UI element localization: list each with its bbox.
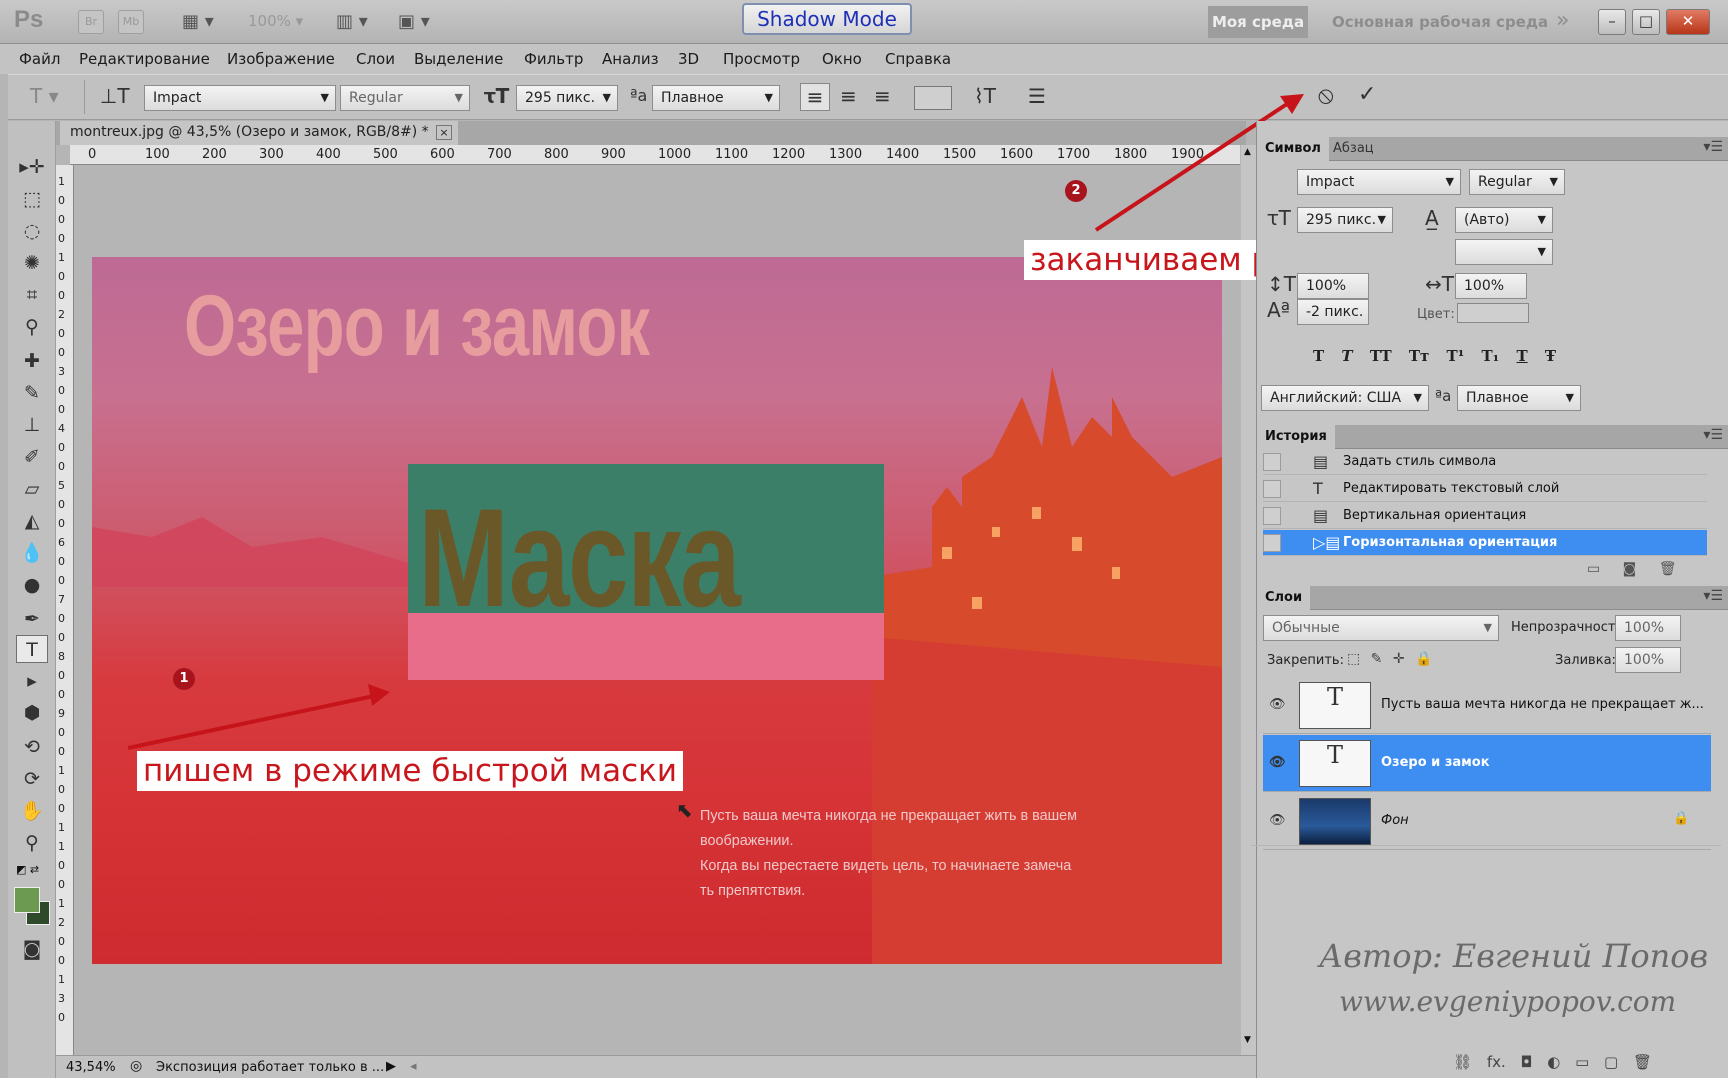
- fill-field[interactable]: 100%: [1615, 647, 1681, 673]
- char-language-select[interactable]: Английский: США ▼: [1261, 385, 1429, 411]
- divider: [1251, 845, 1721, 846]
- right-panels: Символ Абзац ▾☰ Impact ▼ Regular ▼ ꚍT 295 …: [1251, 121, 1728, 1078]
- layers-panel-header: Слои ▾☰: [1257, 586, 1728, 610]
- layer-row[interactable]: 👁 T Пусть ваша мечта никогда не прекраща…: [1263, 677, 1711, 734]
- layer-name: Фон: [1381, 813, 1409, 828]
- move-cursor-icon: ⬉: [676, 798, 693, 822]
- status-bar: 43,54% ◎ Экспозиция работает только в ..…: [56, 1055, 1256, 1078]
- step-badge-1: 1: [173, 668, 195, 690]
- status-menu-icon[interactable]: ▶: [386, 1059, 396, 1074]
- layer-row-selected[interactable]: 👁 T Озеро и замок: [1263, 735, 1711, 792]
- delete-layer-icon[interactable]: 🗑: [1633, 1053, 1652, 1071]
- layer-thumbnail: T: [1299, 740, 1371, 787]
- status-zoom: 43,54%: [66, 1060, 116, 1075]
- lock-icons[interactable]: ⬚ ✎ ✛ 🔒: [1347, 651, 1432, 667]
- fill-label: Заливка:: [1555, 653, 1616, 668]
- status-info-icon[interactable]: ◎: [130, 1058, 142, 1074]
- char-tracking-select[interactable]: ▼: [1455, 239, 1553, 265]
- link-layers-icon[interactable]: ⛓: [1453, 1053, 1472, 1071]
- history-item[interactable]: ▤ Вертикальная ориентация: [1263, 503, 1707, 529]
- arrow-1: [127, 694, 375, 750]
- layer-thumbnail-photo: [1299, 798, 1371, 845]
- char-size-icon: ꚍT: [1267, 206, 1291, 230]
- photoshop-window: Ps Br Mb ▦ ▾ 100% ▾ ▥ ▾ ▣ ▾ Shadow Mode …: [0, 0, 1728, 1078]
- char-style-buttons[interactable]: T T TT Tт T¹ T₁ T Ŧ: [1313, 347, 1556, 365]
- char-hscale-field[interactable]: 100%: [1455, 273, 1527, 299]
- scroll-left-icon[interactable]: ◂: [410, 1059, 417, 1074]
- new-group-icon[interactable]: ▭: [1575, 1053, 1589, 1071]
- history-state-icon: ▤: [1313, 506, 1329, 525]
- layers-footer-icons[interactable]: ⛓ fx. ◘ ◐ ▭ ▢ 🗑: [1453, 1053, 1652, 1071]
- layer-name: Озеро и замок: [1381, 755, 1490, 770]
- signature-author: Автор: Евгений Попов: [1319, 937, 1709, 975]
- history-state-icon: ▷▤: [1313, 533, 1341, 552]
- tab-history[interactable]: История: [1257, 425, 1335, 449]
- char-leading-select[interactable]: (Авто) ▼: [1455, 207, 1553, 233]
- history-item[interactable]: ▤ Задать стиль символа: [1263, 449, 1707, 475]
- step-badge-2: 2: [1065, 180, 1087, 202]
- character-panel-header: Символ Абзац ▾☰: [1257, 137, 1728, 161]
- status-text: Экспозиция работает только в ...: [156, 1060, 385, 1075]
- char-baseline-icon: Aª: [1267, 298, 1291, 322]
- char-leading-icon: A̲: [1425, 206, 1439, 230]
- opacity-field[interactable]: 100%: [1615, 615, 1681, 641]
- char-font-select[interactable]: Impact ▼: [1297, 169, 1461, 195]
- history-footer-icons[interactable]: ▭ ◙ 🗑: [1587, 561, 1676, 577]
- layer-row[interactable]: 👁 Фон 🔒: [1263, 793, 1711, 850]
- char-vscale-field[interactable]: 100%: [1297, 273, 1369, 299]
- blend-mode-select[interactable]: Обычные ▼: [1263, 615, 1499, 641]
- layer-name: Пусть ваша мечта никогда не прекращает ж…: [1381, 697, 1704, 712]
- char-size-select[interactable]: 295 пикс. ▼: [1297, 207, 1393, 233]
- char-baseline-field[interactable]: -2 пикс.: [1297, 299, 1369, 325]
- history-item[interactable]: T Редактировать текстовый слой: [1263, 476, 1707, 502]
- lock-label: Закрепить:: [1267, 653, 1344, 668]
- layer-style-icon[interactable]: fx.: [1487, 1053, 1506, 1071]
- opacity-label: Непрозрачность:: [1511, 620, 1628, 635]
- char-style-select[interactable]: Regular ▼: [1469, 169, 1565, 195]
- arrow-1-head: [368, 684, 390, 706]
- history-item-selected[interactable]: ▷▤ Горизонтальная ориентация: [1263, 530, 1707, 556]
- char-vscale-icon: ↕T: [1267, 272, 1296, 296]
- char-color-swatch[interactable]: [1457, 303, 1529, 323]
- visibility-eye-icon[interactable]: 👁: [1269, 755, 1286, 770]
- layer-thumbnail: T: [1299, 682, 1371, 729]
- text-state-icon: T: [1313, 479, 1323, 498]
- char-color-label: Цвет:: [1417, 307, 1455, 322]
- adjustment-layer-icon[interactable]: ◐: [1547, 1053, 1560, 1071]
- panel-menu-icon[interactable]: ▾☰: [1703, 139, 1723, 155]
- char-hscale-icon: ↔T: [1425, 272, 1454, 296]
- visibility-eye-icon[interactable]: 👁: [1269, 697, 1286, 712]
- visibility-eye-icon[interactable]: 👁: [1269, 813, 1286, 828]
- annotation-note-1: пишем в режиме быстрой маски: [137, 751, 683, 791]
- char-antialias-select[interactable]: Плавное ▼: [1457, 385, 1581, 411]
- new-layer-icon[interactable]: ▢: [1604, 1053, 1618, 1071]
- layer-mask-icon[interactable]: ◘: [1521, 1053, 1533, 1071]
- history-menu-icon[interactable]: ▾☰: [1703, 427, 1723, 443]
- char-antialias-icon: ªa: [1435, 387, 1452, 405]
- tab-layers[interactable]: Слои: [1257, 586, 1311, 610]
- history-panel-header: История ▾☰: [1257, 425, 1728, 449]
- tab-paragraph[interactable]: Абзац: [1325, 137, 1382, 161]
- history-state-icon: ▤: [1313, 452, 1329, 471]
- tab-character[interactable]: Символ: [1257, 137, 1329, 161]
- layer-lock-icon: 🔒: [1673, 811, 1690, 826]
- signature-url: www.evgeniypopov.com: [1339, 985, 1677, 1018]
- layers-menu-icon[interactable]: ▾☰: [1703, 588, 1723, 604]
